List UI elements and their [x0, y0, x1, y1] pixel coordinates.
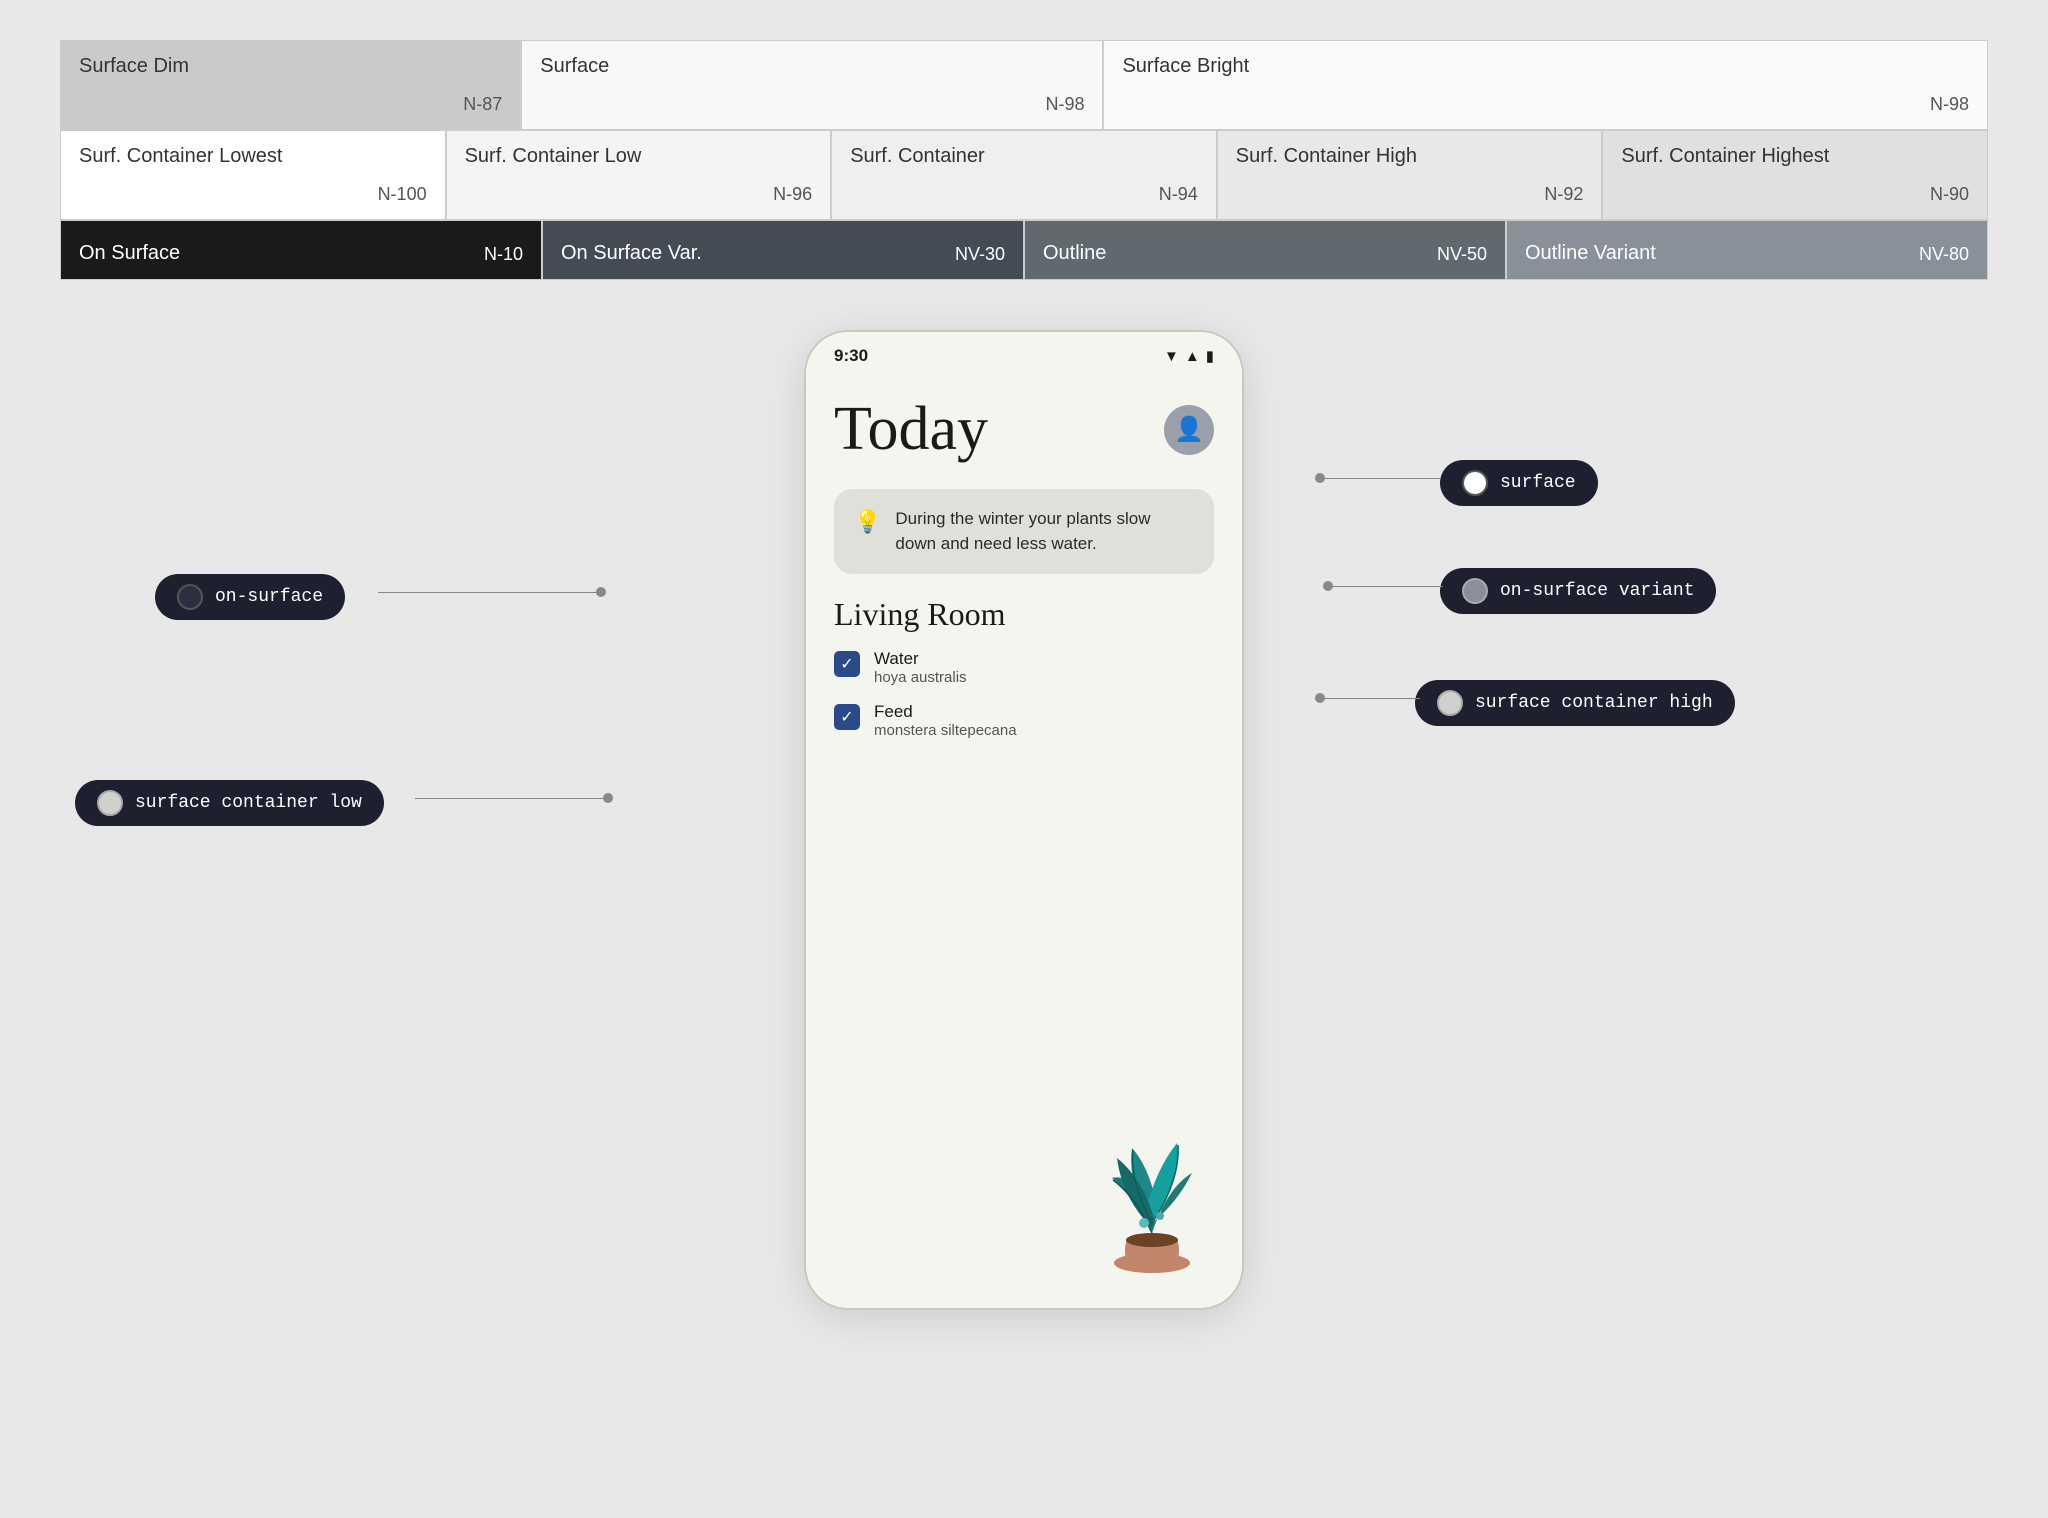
wifi-icon: ▼	[1164, 348, 1179, 365]
annotation-surface-container-low: surface container low	[75, 780, 384, 826]
annotation-sc-high-label: surface container high	[1475, 693, 1713, 713]
color-row-2: Surf. Container Lowest N-100 Surf. Conta…	[60, 130, 1988, 220]
annotation-on-surface-label: on-surface	[215, 587, 323, 607]
cell-sc-lowest: Surf. Container Lowest N-100	[60, 130, 446, 220]
phone-content: Today 👤 💡 During the winter your plants …	[806, 374, 1242, 739]
cell-sc: Surf. Container N-94	[831, 130, 1217, 220]
on-surface-val: N-10	[484, 244, 523, 265]
connector-sc-high-line	[1320, 698, 1420, 699]
status-time: 9:30	[834, 346, 868, 366]
surface-label: Surface	[540, 55, 1084, 78]
surface-dim-label: Surface Dim	[79, 55, 502, 78]
plant-illustration	[1082, 1078, 1222, 1278]
annotation-on-surface: on-surface	[155, 574, 345, 620]
sc-low-value: N-96	[465, 184, 813, 205]
task-sub-1: hoya australis	[874, 669, 1214, 686]
phone-mockup-container: 9:30 ▼ ▲ ▮ Today 👤 💡 During the winter y…	[804, 330, 1244, 1310]
sc-high-label: Surf. Container High	[1236, 145, 1584, 168]
sc-label: Surf. Container	[850, 145, 1198, 168]
avatar-button[interactable]: 👤	[1164, 405, 1214, 455]
avatar-icon: 👤	[1174, 415, 1204, 444]
surface-dim-value: N-87	[79, 94, 502, 115]
task-text-2: Feed monstera siltepecana	[874, 702, 1214, 739]
connector-on-surface-var-dot	[1323, 581, 1333, 591]
connector-sc-low-line	[415, 798, 605, 799]
outline-var-label: Outline Variant	[1525, 242, 1656, 265]
task-item-1: ✓ Water hoya australis	[834, 649, 1214, 686]
task-checkbox-1[interactable]: ✓	[834, 651, 860, 677]
annotation-circle-on-surface	[177, 584, 203, 610]
task-name-1: Water	[874, 649, 1214, 669]
annotation-surface-container-high: surface container high	[1415, 680, 1735, 726]
sc-high-value: N-92	[1236, 184, 1584, 205]
on-surface-label: On Surface	[79, 242, 180, 265]
surface-bright-label: Surface Bright	[1122, 55, 1969, 78]
annotation-on-surface-variant: on-surface variant	[1440, 568, 1716, 614]
annotation-surface: surface	[1440, 460, 1598, 506]
annotation-circle-sc-low	[97, 790, 123, 816]
outline-val: NV-50	[1437, 244, 1487, 265]
info-card: 💡 During the winter your plants slow dow…	[834, 489, 1214, 574]
color-row-1: Surface Dim N-87 Surface N-98 Surface Br…	[60, 40, 1988, 130]
cell-surface-dim: Surface Dim N-87	[60, 40, 521, 130]
annotation-surface-label: surface	[1500, 473, 1576, 493]
cell-outline: Outline NV-50	[1024, 220, 1506, 280]
cell-sc-low: Surf. Container Low N-96	[446, 130, 832, 220]
surface-bright-value: N-98	[1122, 94, 1969, 115]
annotation-circle-sc-high	[1437, 690, 1463, 716]
connector-on-surface-line	[378, 592, 598, 593]
annotation-circle-surface	[1462, 470, 1488, 496]
task-checkbox-2[interactable]: ✓	[834, 704, 860, 730]
connector-on-surface-var-line	[1328, 586, 1443, 587]
connector-surface-dot	[1315, 473, 1325, 483]
sc-low-label: Surf. Container Low	[465, 145, 813, 168]
phone-title: Today	[834, 394, 988, 465]
surface-value: N-98	[540, 94, 1084, 115]
task-name-2: Feed	[874, 702, 1214, 722]
status-bar: 9:30 ▼ ▲ ▮	[806, 332, 1242, 374]
info-card-text: During the winter your plants slow down …	[895, 507, 1194, 556]
task-sub-2: monstera siltepecana	[874, 722, 1214, 739]
cell-outline-var: Outline Variant NV-80	[1506, 220, 1988, 280]
annotation-sc-low-label: surface container low	[135, 793, 362, 813]
outline-label: Outline	[1043, 242, 1106, 265]
annotation-circle-on-surface-var	[1462, 578, 1488, 604]
status-icons: ▼ ▲ ▮	[1164, 347, 1214, 365]
cell-surface-bright: Surface Bright N-98	[1103, 40, 1988, 130]
section-title: Living Room	[834, 596, 1214, 633]
cell-surface: Surface N-98	[521, 40, 1103, 130]
phone-header: Today 👤	[834, 374, 1214, 475]
cell-on-surface-var: On Surface Var. NV-30	[542, 220, 1024, 280]
connector-sc-high-dot	[1315, 693, 1325, 703]
on-surface-var-label: On Surface Var.	[561, 242, 702, 265]
sc-value: N-94	[850, 184, 1198, 205]
sc-highest-value: N-90	[1621, 184, 1969, 205]
annotation-on-surface-variant-label: on-surface variant	[1500, 581, 1694, 601]
connector-sc-low-dot	[603, 793, 613, 803]
task-item-2: ✓ Feed monstera siltepecana	[834, 702, 1214, 739]
color-row-3: On Surface N-10 On Surface Var. NV-30 Ou…	[60, 220, 1988, 280]
outline-var-val: NV-80	[1919, 244, 1969, 265]
cell-sc-high: Surf. Container High N-92	[1217, 130, 1603, 220]
sc-lowest-label: Surf. Container Lowest	[79, 145, 427, 168]
task-text-1: Water hoya australis	[874, 649, 1214, 686]
connector-surface-line	[1320, 478, 1440, 479]
check-icon-1: ✓	[840, 654, 853, 674]
lightbulb-icon: 💡	[854, 509, 881, 535]
signal-icon: ▲	[1185, 348, 1200, 365]
phone-mockup: 9:30 ▼ ▲ ▮ Today 👤 💡 During the winter y…	[804, 330, 1244, 1310]
sc-lowest-value: N-100	[79, 184, 427, 205]
battery-icon: ▮	[1206, 347, 1214, 365]
connector-on-surface-dot	[596, 587, 606, 597]
sc-highest-label: Surf. Container Highest	[1621, 145, 1969, 168]
cell-sc-highest: Surf. Container Highest N-90	[1602, 130, 1988, 220]
check-icon-2: ✓	[840, 707, 853, 727]
color-grid: Surface Dim N-87 Surface N-98 Surface Br…	[60, 40, 1988, 280]
on-surface-var-val: NV-30	[955, 244, 1005, 265]
cell-on-surface: On Surface N-10	[60, 220, 542, 280]
